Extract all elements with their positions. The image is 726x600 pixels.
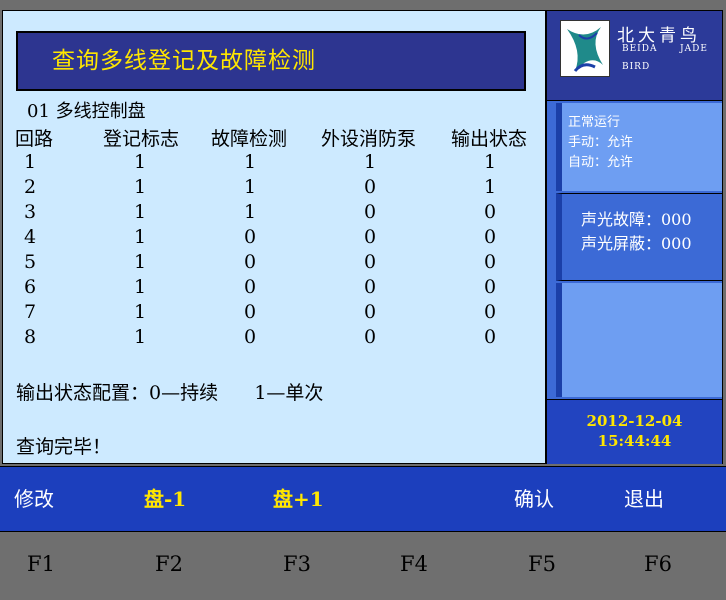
softkey-panel-prev[interactable]: 盘-1 bbox=[144, 483, 186, 512]
cell-fault: 0 bbox=[244, 326, 257, 348]
table-row: 8 1 0 0 0 bbox=[3, 326, 547, 351]
cell-loop: 4 bbox=[24, 226, 37, 248]
cell-pump: 0 bbox=[364, 201, 377, 223]
cell-loop: 5 bbox=[24, 251, 37, 273]
cell-register: 1 bbox=[134, 201, 147, 223]
current-date: 2012-12-04 bbox=[586, 412, 683, 430]
cell-pump: 0 bbox=[364, 226, 377, 248]
sound-light-fault-count: 声光故障：000 bbox=[581, 210, 692, 229]
cell-fault: 0 bbox=[244, 251, 257, 273]
cell-loop: 2 bbox=[24, 176, 37, 198]
panel-screen: 查询多线登记及故障检测 01 多线控制盘 回路 登记标志 故障检测 外设消防泵 … bbox=[0, 0, 726, 600]
f4-key[interactable]: F4 bbox=[400, 552, 428, 576]
brand-header: 北大青鸟 BEIDA JADE BIRD bbox=[547, 11, 722, 101]
table-row: 7 1 0 0 0 bbox=[3, 301, 547, 326]
table-row: 4 1 0 0 0 bbox=[3, 226, 547, 251]
cell-register: 1 bbox=[134, 226, 147, 248]
table-row: 3 1 1 0 0 bbox=[3, 201, 547, 226]
cell-loop: 8 bbox=[24, 326, 37, 348]
cell-register: 1 bbox=[134, 301, 147, 323]
blank-info-block bbox=[556, 283, 722, 397]
header-output: 输出状态 bbox=[451, 128, 528, 150]
page-title: 查询多线登记及故障检测 bbox=[16, 31, 526, 91]
cell-register: 1 bbox=[134, 326, 147, 348]
cell-output: 0 bbox=[484, 201, 497, 223]
query-status-message: 查询完毕！ bbox=[16, 436, 112, 458]
cell-pump: 0 bbox=[364, 301, 377, 323]
cell-loop: 3 bbox=[24, 201, 37, 223]
cell-output: 0 bbox=[484, 301, 497, 323]
cell-pump: 0 bbox=[364, 251, 377, 273]
control-panel-label: 01 多线控制盘 bbox=[27, 101, 146, 122]
jade-bird-logo bbox=[560, 20, 610, 77]
cell-fault: 0 bbox=[244, 226, 257, 248]
brand-name-cn: 北大青鸟 bbox=[617, 26, 701, 46]
softkey-modify[interactable]: 修改 bbox=[14, 483, 54, 512]
fault-summary-block: 声光故障：000 声光屏蔽：000 bbox=[556, 193, 722, 281]
softkey-exit[interactable]: 退出 bbox=[624, 483, 664, 512]
cell-output: 0 bbox=[484, 251, 497, 273]
table-row: 6 1 0 0 0 bbox=[3, 276, 547, 301]
run-status: 正常运行 bbox=[568, 115, 621, 130]
cell-output: 1 bbox=[484, 176, 497, 198]
function-key-bar: F1 F2 F3 F4 F5 F6 bbox=[0, 532, 726, 600]
f1-key[interactable]: F1 bbox=[27, 552, 55, 576]
header-pump: 外设消防泵 bbox=[321, 128, 417, 150]
cell-loop: 7 bbox=[24, 301, 37, 323]
f2-key[interactable]: F2 bbox=[155, 552, 183, 576]
cell-output: 0 bbox=[484, 326, 497, 348]
status-sidebar: 北大青鸟 BEIDA JADE BIRD 正常运行 手动：允许 自动：允许 声光… bbox=[546, 10, 723, 464]
table-row: 1 1 1 1 1 bbox=[3, 151, 547, 176]
cell-pump: 0 bbox=[364, 276, 377, 298]
current-time: 15:44:44 bbox=[597, 432, 672, 450]
query-panel: 查询多线登记及故障检测 01 多线控制盘 回路 登记标志 故障检测 外设消防泵 … bbox=[2, 10, 546, 464]
output-config-legend: 输出状态配置：0—持续 1—单次 bbox=[16, 382, 324, 404]
table-row: 2 1 1 0 1 bbox=[3, 176, 547, 201]
header-loop: 回路 bbox=[15, 128, 54, 150]
softkey-bar: 修改 盘-1 盘+1 确认 退出 bbox=[0, 466, 726, 532]
f6-key[interactable]: F6 bbox=[644, 552, 672, 576]
run-status-block: 正常运行 手动：允许 自动：允许 bbox=[556, 103, 722, 191]
cell-output: 0 bbox=[484, 276, 497, 298]
softkey-panel-next[interactable]: 盘+1 bbox=[273, 483, 324, 512]
sound-light-mask-count: 声光屏蔽：000 bbox=[581, 234, 692, 253]
cell-register: 1 bbox=[134, 276, 147, 298]
softkey-confirm[interactable]: 确认 bbox=[514, 483, 554, 512]
cell-fault: 0 bbox=[244, 301, 257, 323]
f5-key[interactable]: F5 bbox=[528, 552, 556, 576]
cell-register: 1 bbox=[134, 151, 147, 173]
manual-mode-status: 手动：允许 bbox=[568, 135, 634, 150]
cell-loop: 1 bbox=[24, 151, 37, 173]
cell-pump: 0 bbox=[364, 326, 377, 348]
brand-name-en-3: BIRD bbox=[622, 62, 651, 72]
cell-pump: 0 bbox=[364, 176, 377, 198]
cell-output: 0 bbox=[484, 226, 497, 248]
table-row: 5 1 0 0 0 bbox=[3, 251, 547, 276]
cell-fault: 0 bbox=[244, 276, 257, 298]
cell-pump: 1 bbox=[364, 151, 377, 173]
f3-key[interactable]: F3 bbox=[283, 552, 311, 576]
cell-fault: 1 bbox=[244, 176, 257, 198]
clock-display: 2012-12-04 15:44:44 bbox=[547, 399, 722, 464]
brand-name-en-2: JADE bbox=[680, 44, 708, 54]
cell-register: 1 bbox=[134, 176, 147, 198]
header-fault: 故障检测 bbox=[211, 128, 288, 150]
cell-register: 1 bbox=[134, 251, 147, 273]
cell-fault: 1 bbox=[244, 151, 257, 173]
header-register: 登记标志 bbox=[103, 128, 180, 150]
cell-fault: 1 bbox=[244, 201, 257, 223]
cell-loop: 6 bbox=[24, 276, 37, 298]
auto-mode-status: 自动：允许 bbox=[568, 155, 634, 170]
brand-name-en-1: BEIDA bbox=[622, 44, 658, 54]
cell-output: 1 bbox=[484, 151, 497, 173]
